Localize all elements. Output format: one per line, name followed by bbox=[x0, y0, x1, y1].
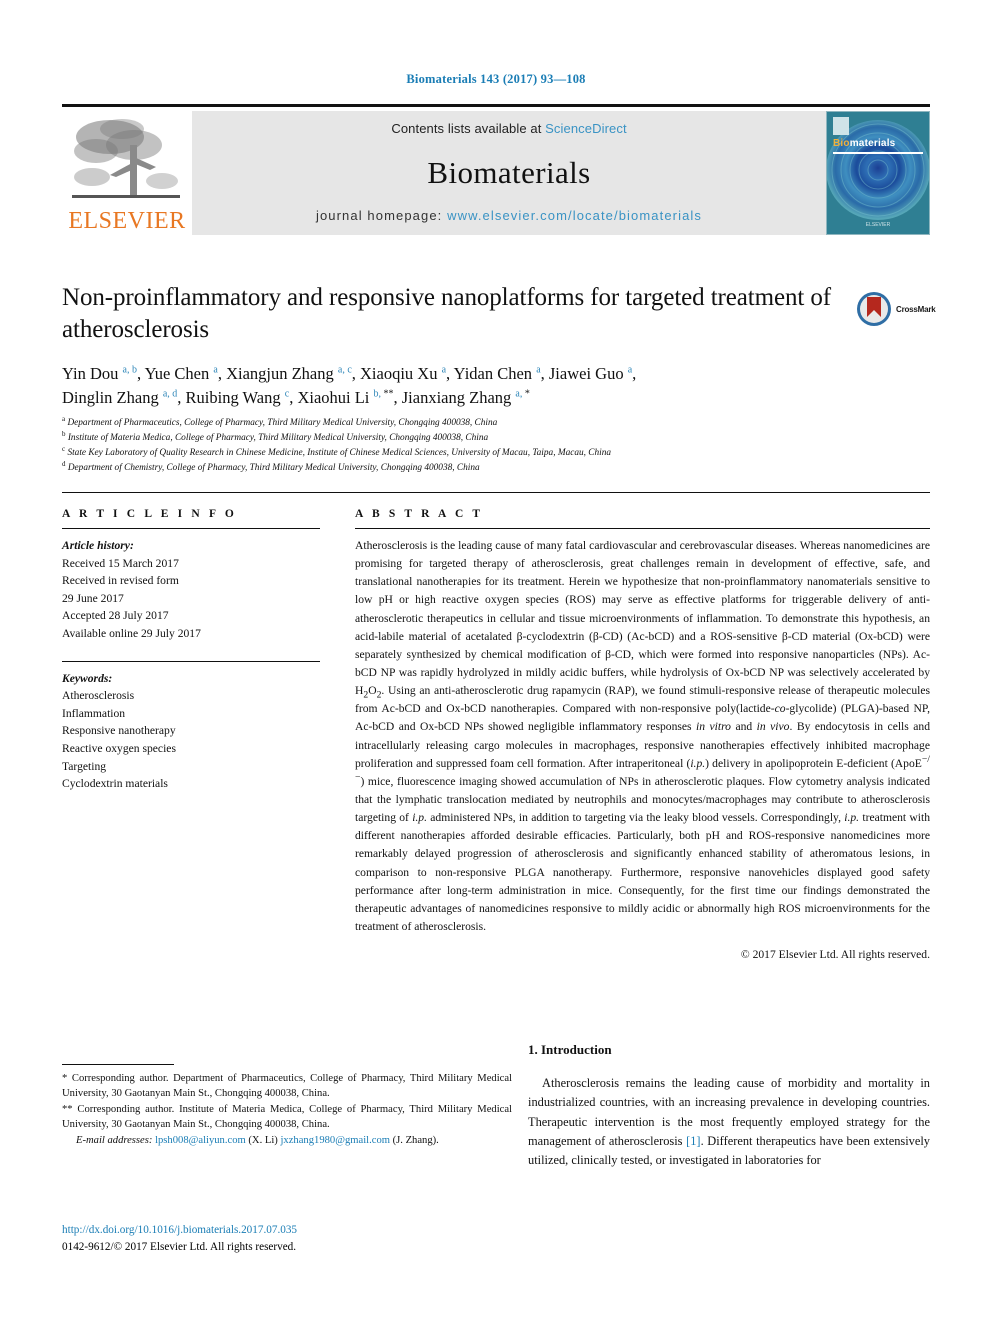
introduction-heading: 1. Introduction bbox=[528, 1042, 612, 1057]
affiliation-text-b: Institute of Materia Medica, College of … bbox=[67, 433, 489, 444]
affiliation-d: d Department of Chemistry, College of Ph… bbox=[62, 461, 922, 476]
article-info-rule bbox=[62, 528, 320, 529]
doi-link[interactable]: http://dx.doi.org/10.1016/j.biomaterials… bbox=[62, 1222, 512, 1239]
abstract-heading: A B S T R A C T bbox=[355, 508, 484, 520]
affiliation-text-c: State Key Laboratory of Quality Research… bbox=[67, 448, 612, 459]
cover-publisher-badge bbox=[833, 117, 849, 135]
affiliation-text-d: Department of Chemistry, College of Phar… bbox=[67, 463, 480, 474]
homepage-prefix: journal homepage: bbox=[315, 208, 448, 223]
email-label: E-mail addresses: bbox=[76, 1134, 153, 1146]
affiliation-a: a Department of Pharmaceutics, College o… bbox=[62, 414, 922, 431]
running-head: Biomaterials 143 (2017) 93—108 bbox=[406, 72, 586, 86]
paper-page: Biomaterials 143 (2017) 93—108 ELSEVIER … bbox=[0, 0, 992, 1323]
cover-title-underline bbox=[833, 152, 923, 154]
history-accepted: Accepted 28 July 2017 bbox=[62, 609, 169, 623]
history-online: Available online 29 July 2017 bbox=[62, 627, 201, 641]
abstract-section: A B S T R A C T Atherosclerosis is the l… bbox=[355, 508, 930, 961]
affiliation-b: b Institute of Materia Medica, College o… bbox=[62, 429, 922, 446]
introduction-section: 1. Introduction Atherosclerosis remains … bbox=[528, 1042, 930, 1171]
keywords-block: Keywords: Atherosclerosis Inflammation R… bbox=[62, 660, 320, 793]
article-history: Article history: Received 15 March 2017 … bbox=[62, 537, 320, 643]
corresponding-author-1: * Corresponding author. Department of Ph… bbox=[62, 1073, 512, 1100]
corresponding-author-2: ** Corresponding author. Institute of Ma… bbox=[62, 1103, 512, 1131]
keyword-item: Inflammation bbox=[62, 706, 126, 720]
affiliation-c: c State Key Laboratory of Quality Resear… bbox=[62, 446, 922, 461]
keywords-label: Keywords: bbox=[62, 671, 113, 685]
elsevier-tree-icon bbox=[72, 119, 180, 198]
author-line-1: Yin Dou a, b, Yue Chen a, Xiangjun Zhang… bbox=[62, 364, 637, 383]
email-owner-1: (X. Li) bbox=[248, 1134, 278, 1146]
journal-homepage-link[interactable]: www.elsevier.com/locate/biomaterials bbox=[447, 208, 702, 223]
keyword-item: Reactive oxygen species bbox=[62, 742, 176, 756]
email-link-2[interactable]: jxzhang1980@gmail.com bbox=[280, 1135, 390, 1146]
introduction-paragraph: Atherosclerosis remains the leading caus… bbox=[528, 1076, 930, 1168]
history-received: Received 15 March 2017 bbox=[62, 556, 179, 570]
email-owner-2: (J. Zhang). bbox=[392, 1134, 439, 1146]
keywords-rule bbox=[62, 660, 320, 662]
doi-block: http://dx.doi.org/10.1016/j.biomaterials… bbox=[62, 1222, 512, 1256]
footnote-section: * Corresponding author. Department of Ph… bbox=[62, 1064, 512, 1148]
author-list: Yin Dou a, b, Yue Chen a, Xiangjun Zhang… bbox=[62, 362, 852, 411]
cover-publisher-text: ELSEVIER bbox=[865, 222, 891, 228]
elsevier-wordmark: ELSEVIER bbox=[68, 208, 186, 234]
history-revised: Received in revised form bbox=[62, 574, 179, 588]
cover-title-part2: materials bbox=[849, 138, 896, 149]
keywords-body: Keywords: Atherosclerosis Inflammation R… bbox=[62, 670, 320, 793]
affiliation-marker-b: b bbox=[62, 429, 66, 438]
abstract-copyright: © 2017 Elsevier Ltd. All rights reserved… bbox=[740, 948, 930, 962]
affiliation-marker-d: d bbox=[62, 460, 66, 469]
affiliation-marker-a: a bbox=[62, 414, 66, 423]
cover-title-part1: Bio bbox=[833, 138, 850, 149]
email-link-1[interactable]: lpsh008@aliyun.com bbox=[155, 1135, 246, 1146]
keyword-item: Targeting bbox=[62, 759, 107, 773]
sciencedirect-link[interactable]: ScienceDirect bbox=[545, 121, 627, 136]
article-history-label: Article history: bbox=[62, 539, 134, 552]
issn-copyright: 0142-9612/© 2017 Elsevier Ltd. All right… bbox=[62, 1240, 297, 1253]
journal-title: Biomaterials bbox=[427, 155, 591, 190]
abstract-body: Atherosclerosis is the leading cause of … bbox=[355, 539, 931, 933]
reference-link-1[interactable]: [1] bbox=[686, 1134, 700, 1148]
contents-prefix: Contents lists available at bbox=[391, 121, 546, 136]
article-info-section: A R T I C L E I N F O Article history: R… bbox=[62, 508, 320, 793]
contents-available-line: Contents lists available at ScienceDirec… bbox=[391, 121, 626, 136]
title-block: Non-proinflammatory and responsive nanop… bbox=[62, 282, 842, 345]
article-info-heading: A R T I C L E I N F O bbox=[62, 508, 237, 520]
masthead-center: Contents lists available at ScienceDirec… bbox=[192, 111, 826, 235]
affiliation-list: a Department of Pharmaceutics, College o… bbox=[62, 414, 922, 476]
abstract-rule bbox=[355, 528, 930, 529]
page-title: Non-proinflammatory and responsive nanop… bbox=[62, 284, 831, 343]
keyword-item: Atherosclerosis bbox=[62, 689, 135, 703]
history-revised-date: 29 June 2017 bbox=[62, 591, 124, 605]
author-line-2: Dinglin Zhang a, d, Ruibing Wang c, Xiao… bbox=[62, 388, 530, 408]
header-divider bbox=[62, 492, 930, 493]
crossmark-icon bbox=[857, 292, 891, 326]
journal-cover-thumbnail[interactable]: Biomaterials ELSEVIER bbox=[826, 111, 930, 235]
journal-homepage-line: journal homepage: www.elsevier.com/locat… bbox=[316, 208, 702, 223]
email-addresses: E-mail addresses: lpsh008@aliyun.com (X.… bbox=[62, 1133, 512, 1148]
journal-masthead: ELSEVIER Contents lists available at Sci… bbox=[62, 104, 930, 235]
cover-title: Biomaterials bbox=[833, 138, 895, 149]
crossmark-label: CrossMark bbox=[896, 304, 936, 314]
affiliation-marker-c: c bbox=[62, 445, 66, 453]
affiliation-text-a: Department of Pharmaceutics, College of … bbox=[67, 418, 498, 428]
keyword-item: Responsive nanotherapy bbox=[62, 724, 176, 738]
crossmark-badge[interactable]: CrossMark bbox=[856, 288, 944, 330]
keyword-item: Cyclodextrin materials bbox=[62, 777, 168, 791]
footnote-divider bbox=[62, 1064, 174, 1065]
elsevier-logo: ELSEVIER bbox=[62, 111, 192, 235]
